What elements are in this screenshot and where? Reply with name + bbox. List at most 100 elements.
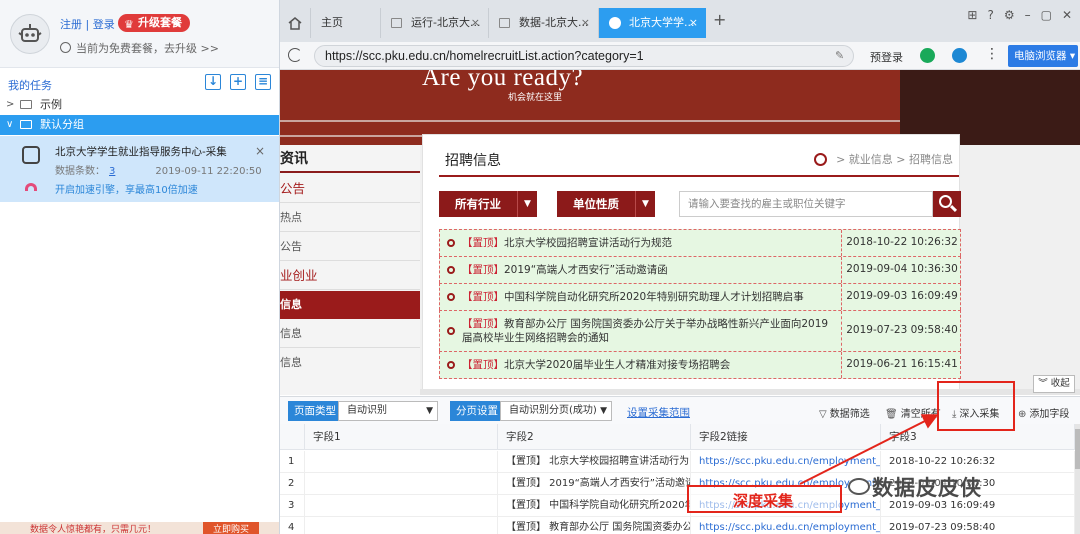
job-title[interactable]: 【置顶】北京大学2020届毕业生人才精准对接专场招聘会: [462, 352, 842, 378]
gift-icon[interactable]: ⊞: [967, 8, 977, 22]
window-controls: ⊞ ? ⚙ – ▢ ✕: [967, 8, 1072, 22]
close-icon[interactable]: ×: [255, 144, 265, 158]
table-cell[interactable]: 【置顶】 北京大学校园招聘宣讲活动行为...: [498, 451, 691, 473]
import-task-icon[interactable]: ↓: [205, 74, 221, 90]
nav-notice[interactable]: 公告: [280, 233, 420, 261]
job-row[interactable]: 【置顶】中国科学院自动化研究所2020年特别研究助理人才计划招聘启事 2019-0…: [439, 283, 961, 310]
pre-login-button[interactable]: 预登录: [870, 49, 903, 65]
task-list-icon[interactable]: ≡: [255, 74, 271, 90]
reload-icon[interactable]: [288, 48, 302, 62]
tab-home[interactable]: 主页: [310, 8, 380, 38]
job-list: 【置顶】北京大学校园招聘宣讲活动行为规范 2018-10-22 10:26:32 【…: [439, 229, 961, 379]
close-icon[interactable]: ×: [471, 8, 480, 38]
field2-link-header[interactable]: 字段2链接: [691, 424, 881, 450]
buy-now-button[interactable]: 立即购买: [202, 522, 259, 534]
row-index: 1: [280, 451, 305, 473]
crown-icon: ♛: [124, 18, 134, 31]
gear-icon[interactable]: ⚙: [1004, 8, 1015, 22]
field2-header[interactable]: 字段2: [498, 424, 691, 450]
plan-note[interactable]: 当前为免费套餐，去升级 >>: [60, 40, 219, 56]
job-row[interactable]: 【置顶】北京大学2020届毕业生人才精准对接专场招聘会 2019-06-21 16…: [439, 351, 961, 379]
add-field-button[interactable]: ⊕ 添加字段: [1018, 405, 1069, 420]
more-menu-icon[interactable]: ⋮: [985, 46, 999, 62]
job-row[interactable]: 【置顶】教育部办公厅 国务院国资委办公厅关于举办战略性新兴产业面向2019届高校…: [439, 310, 961, 351]
annotation-label: 深度采集: [733, 492, 794, 510]
tree-group-default[interactable]: ∨ 默认分组: [0, 115, 279, 135]
robot-avatar-icon: [18, 24, 42, 42]
close-icon[interactable]: ×: [581, 8, 590, 38]
home-icon[interactable]: [280, 8, 310, 38]
tree-group-example[interactable]: > 示例: [0, 95, 279, 115]
industry-dropdown[interactable]: 所有行业 ▼: [439, 191, 537, 217]
page-type-select[interactable]: 自动识别 ▼: [338, 401, 438, 421]
pku-seal-icon: [813, 153, 827, 166]
table-cell[interactable]: 【置顶】 教育部办公厅 国务院国资委办公...: [498, 517, 691, 534]
close-icon[interactable]: ×: [689, 8, 698, 38]
tab-pku-active[interactable]: 北京大学学... ×: [598, 8, 706, 38]
paging-select[interactable]: 自动识别分页(成功) ▼: [500, 401, 612, 421]
breadcrumb-recruit[interactable]: 招聘信息: [909, 153, 953, 166]
caret-down-icon: ▼: [600, 406, 607, 416]
table-cell[interactable]: 【置顶】 2019“高端人才西安行”活动邀请函: [498, 473, 691, 495]
minimize-icon[interactable]: –: [1025, 8, 1031, 22]
nav-info-3[interactable]: 信息: [280, 349, 420, 377]
job-title[interactable]: 【置顶】北京大学校园招聘宣讲活动行为规范: [462, 230, 842, 256]
avatar[interactable]: [10, 14, 50, 54]
page-icon: [391, 18, 402, 28]
pinned-tag: 【置顶】: [462, 237, 504, 249]
table-cell[interactable]: [305, 495, 498, 517]
new-tab-plus-icon[interactable]: +: [713, 10, 726, 29]
web-page: Are you ready? 机会就在这里 资讯 公告 热点 公告 业创业 信息…: [280, 70, 1080, 395]
job-title[interactable]: 【置顶】中国科学院自动化研究所2020年特别研究助理人才计划招聘启事: [462, 284, 842, 310]
speed-engine-link[interactable]: 开启加速引擎，享最高10倍加速: [55, 181, 198, 196]
pencil-icon[interactable]: ✎: [835, 49, 844, 62]
keyword-search-input[interactable]: 请输入要查找的雇主或职位关键字: [679, 191, 933, 217]
table-cell[interactable]: https://scc.pku.edu.cn/employment_ff808.…: [691, 517, 881, 534]
table-cell[interactable]: 【置顶】 中国科学院自动化研究所2020年...: [498, 495, 691, 517]
new-task-icon[interactable]: +: [230, 74, 246, 90]
clear-all-button[interactable]: 🗑 清空所有: [885, 405, 941, 420]
table-cell[interactable]: 2018-10-22 10:26:32: [881, 451, 1075, 473]
help-icon[interactable]: ?: [987, 8, 993, 22]
job-title-text: 北京大学2020届毕业生人才精准对接专场招聘会: [504, 359, 731, 371]
register-link[interactable]: 注册: [60, 18, 82, 31]
data-filter-button[interactable]: ▽ 数据筛选: [819, 405, 870, 420]
vertical-scrollbar[interactable]: [1075, 424, 1080, 534]
green-extension-icon[interactable]: [920, 48, 935, 63]
unit-type-dropdown[interactable]: 单位性质 ▼: [557, 191, 655, 217]
field1-header[interactable]: 字段1: [305, 424, 498, 450]
table-cell[interactable]: [305, 517, 498, 534]
task-item[interactable]: 北京大学学生就业指导服务中心-采集 × 数据条数： 3 2019-09-11 22:…: [0, 136, 279, 202]
breadcrumb-sep: >: [836, 153, 846, 166]
data-count-value[interactable]: 3: [109, 166, 115, 177]
table-cell[interactable]: [305, 451, 498, 473]
breadcrumb-employment[interactable]: 就业信息: [849, 153, 893, 166]
table-cell[interactable]: 2019-07-23 09:58:40: [881, 517, 1075, 534]
tab-run[interactable]: 运行-北京大... ×: [380, 8, 488, 38]
url-input[interactable]: https://scc.pku.edu.cn/homelrecruitList.…: [314, 45, 854, 67]
job-title-text: 2019“高端人才西安行”活动邀请函: [504, 264, 668, 276]
table-cell[interactable]: [305, 473, 498, 495]
job-row[interactable]: 【置顶】2019“高端人才西安行”活动邀请函 2019-09-04 10:36:3…: [439, 256, 961, 283]
table-cell[interactable]: https://scc.pku.edu.cn/employment_ff808.…: [691, 451, 881, 473]
maximize-icon[interactable]: ▢: [1041, 8, 1052, 22]
nav-announcements[interactable]: 公告: [280, 175, 420, 203]
breadcrumb: > 就业信息 > 招聘信息: [813, 151, 953, 167]
blue-extension-icon[interactable]: [952, 48, 967, 63]
job-row[interactable]: 【置顶】北京大学校园招聘宣讲活动行为规范 2018-10-22 10:26:32: [439, 229, 961, 256]
set-range-link[interactable]: 设置采集范围: [627, 405, 690, 420]
hero-title: Are you ready?: [422, 70, 584, 91]
search-button[interactable]: [933, 191, 961, 217]
close-window-icon[interactable]: ✕: [1062, 8, 1072, 22]
tab-data[interactable]: 数据-北京大... ×: [488, 8, 598, 38]
nav-hot[interactable]: 热点: [280, 204, 420, 232]
job-title[interactable]: 【置顶】教育部办公厅 国务院国资委办公厅关于举办战略性新兴产业面向2019届高校…: [462, 311, 842, 351]
browser-mode-select[interactable]: 电脑浏览器 ▾: [1008, 45, 1078, 67]
upgrade-plan-button[interactable]: ♛ 升级套餐: [118, 14, 190, 32]
nav-recruit-info[interactable]: 信息: [280, 291, 420, 319]
nav-info-2[interactable]: 信息: [280, 320, 420, 348]
login-link[interactable]: 登录: [93, 18, 115, 31]
nav-entrepreneurship[interactable]: 业创业: [280, 262, 420, 290]
collapse-button[interactable]: ︾ 收起: [1033, 375, 1075, 393]
job-title[interactable]: 【置顶】2019“高端人才西安行”活动邀请函: [462, 257, 842, 283]
